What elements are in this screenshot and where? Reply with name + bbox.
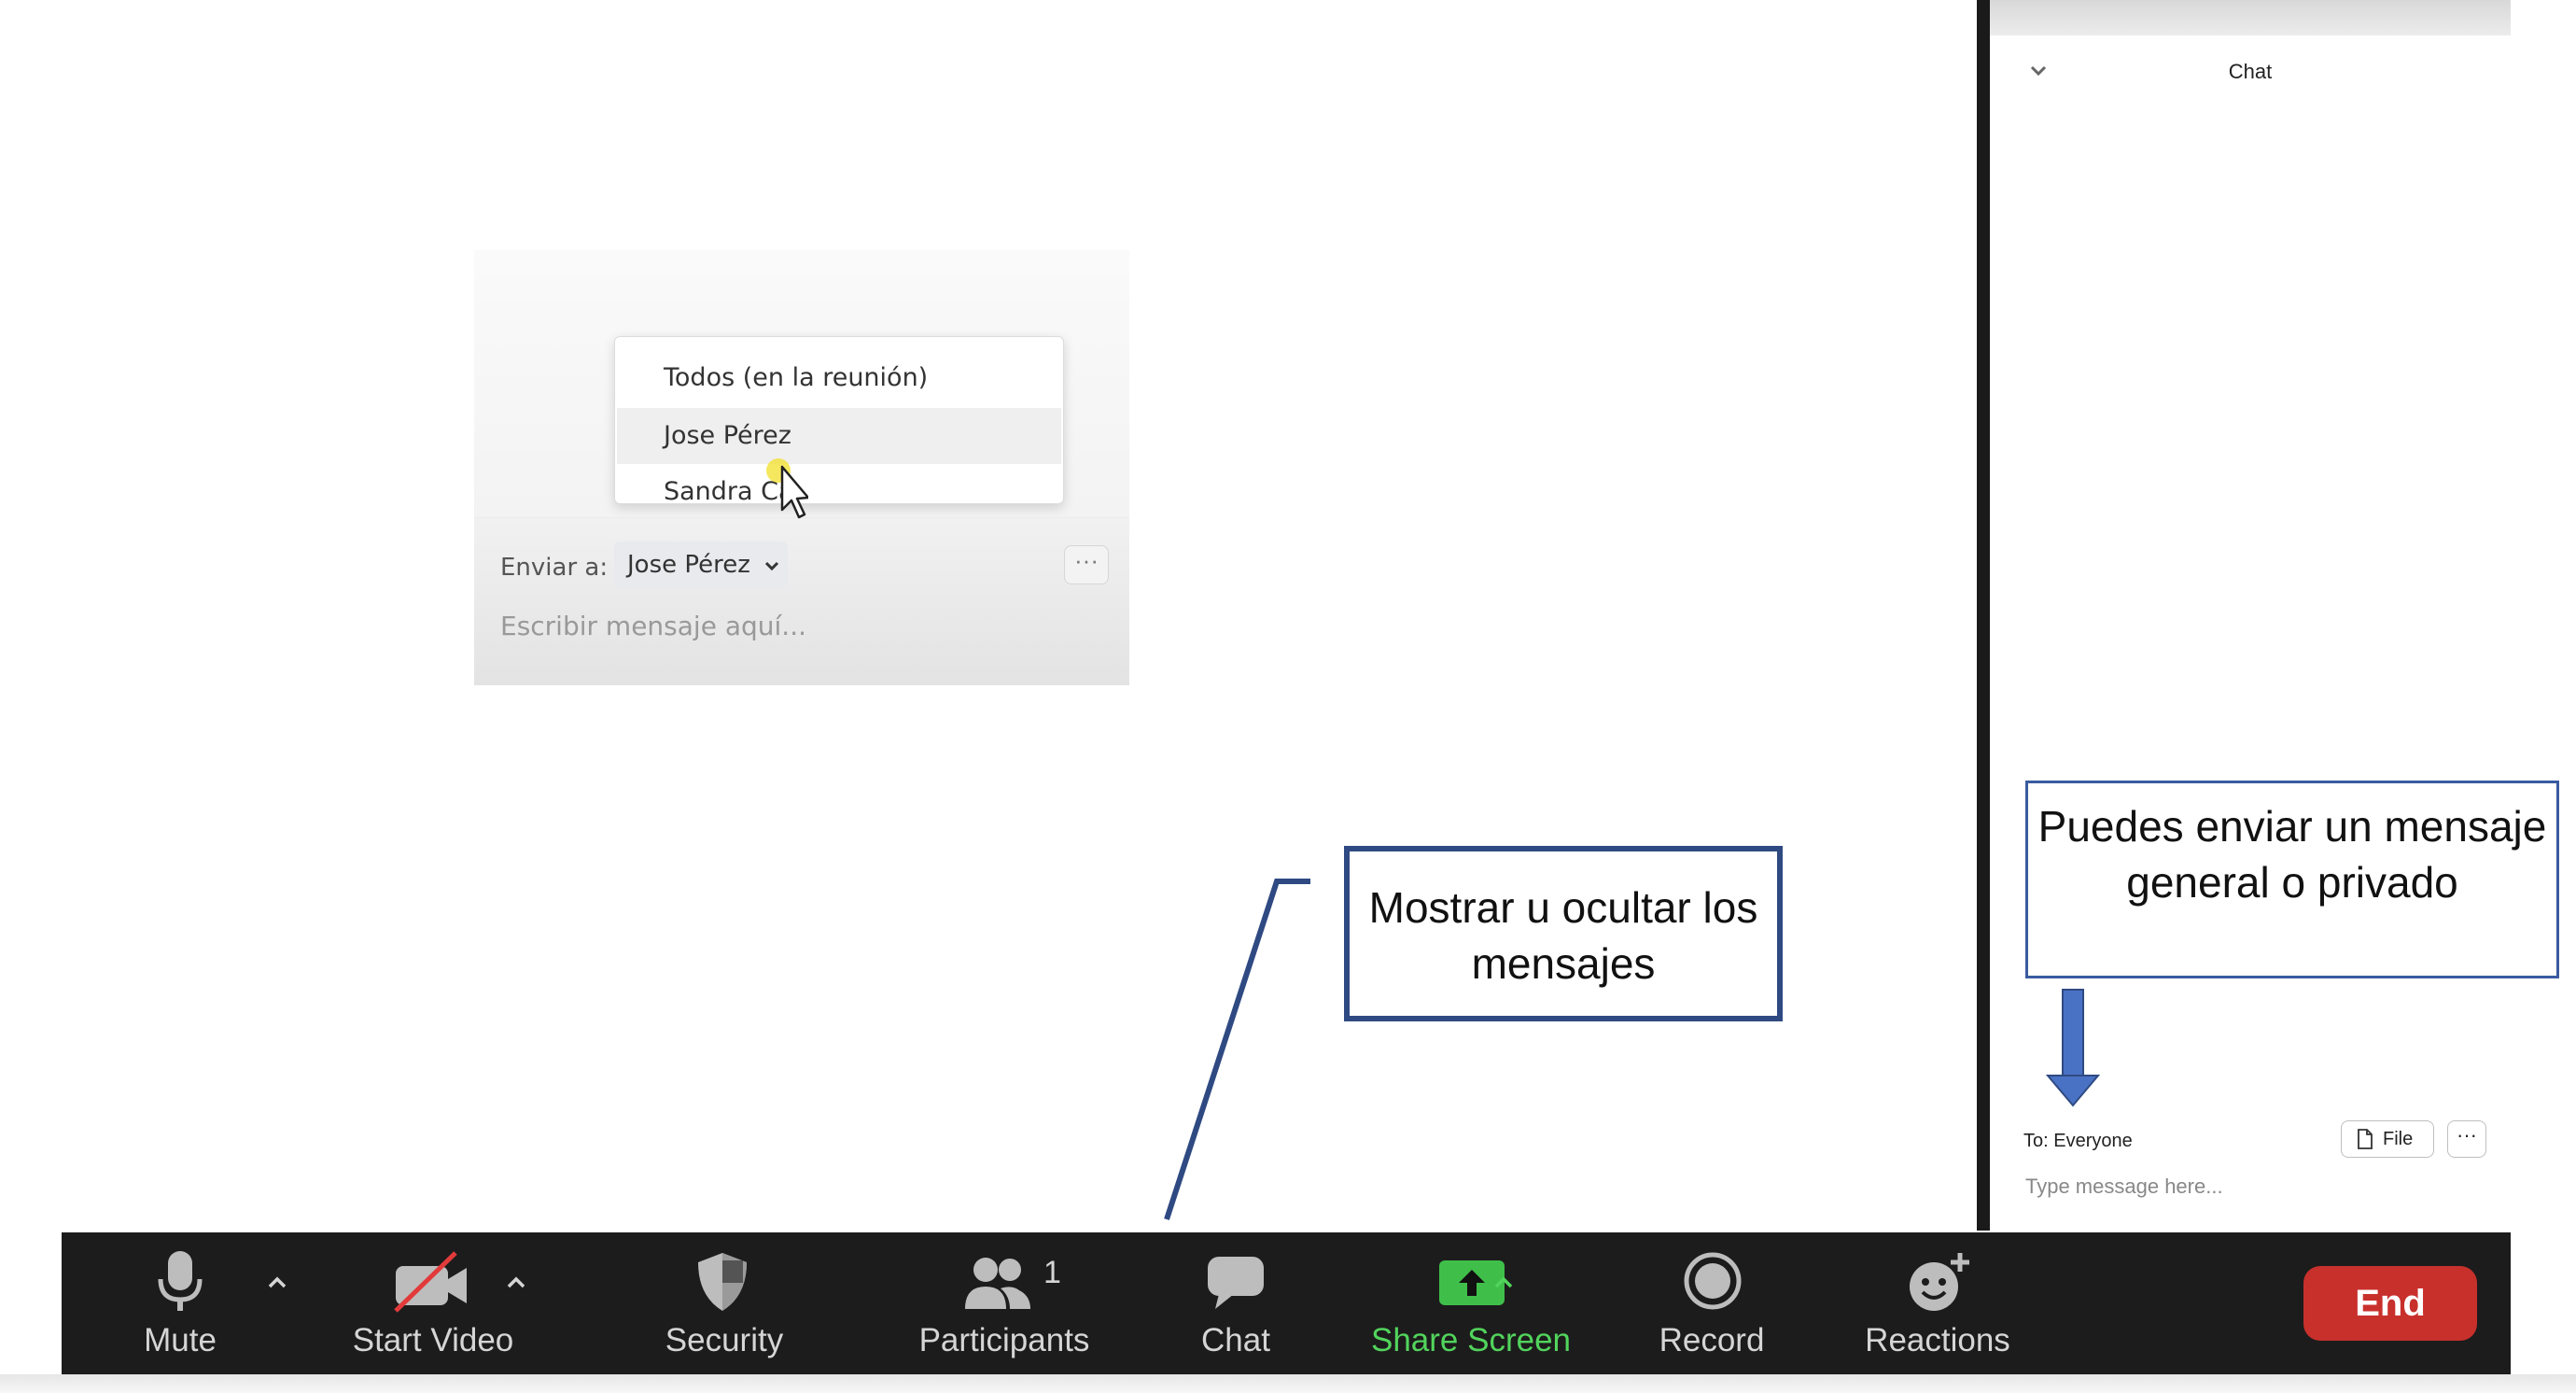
reaction-add-icon	[1910, 1253, 1969, 1311]
chat-bubble-icon	[1208, 1257, 1264, 1309]
participants-button[interactable]: 1 Participants	[883, 1232, 1126, 1374]
share-screen-button[interactable]: Share Screen	[1350, 1232, 1592, 1374]
inset-message-placeholder: Escribir mensaje aquí...	[500, 611, 806, 641]
chevron-up-icon[interactable]	[261, 1266, 293, 1298]
chat-label: Chat	[1201, 1322, 1270, 1358]
end-meeting-button[interactable]: End	[2303, 1266, 2477, 1341]
mute-button[interactable]: Mute	[63, 1232, 302, 1374]
reactions-label: Reactions	[1865, 1322, 2010, 1358]
chevron-up-icon[interactable]	[500, 1266, 532, 1298]
record-icon	[1684, 1252, 1742, 1310]
embedded-screenshot-inset: Todos (en la reunión) Jose Pérez Sandra …	[474, 250, 1129, 685]
chat-title: Chat	[2228, 60, 2273, 83]
share-screen-label: Share Screen	[1370, 1322, 1572, 1358]
inset-more-button[interactable]: ···	[1064, 545, 1109, 584]
dropdown-item-sandra[interactable]: Sandra Ca	[617, 464, 1061, 520]
microphone-icon	[158, 1251, 203, 1311]
start-video-label: Start Video	[352, 1322, 514, 1358]
chat-panel: Chat To: Everyone File ··· Type message …	[1990, 35, 2511, 1231]
participants-count: 1	[1043, 1255, 1061, 1290]
send-to-select[interactable]: Jose Pérez	[614, 542, 788, 588]
private-message-note: Puedes enviar un mensaje general o priva…	[2025, 781, 2559, 978]
chat-input-placeholder: Type message here...	[2025, 1175, 2223, 1198]
panel-top-bar	[1977, 0, 2511, 35]
shield-icon	[698, 1253, 747, 1311]
file-button[interactable]: File	[2341, 1120, 2434, 1158]
panel-divider	[1977, 0, 1990, 1231]
to-everyone-selector[interactable]: To: Everyone	[2023, 1131, 2133, 1152]
recipient-dropdown-menu: Todos (en la reunión) Jose Pérez Sandra …	[614, 336, 1064, 506]
cursor-icon	[766, 458, 808, 519]
people-icon	[965, 1258, 1030, 1309]
dropdown-item-todos[interactable]: Todos (en la reunión)	[617, 350, 1061, 406]
chat-button[interactable]: Chat	[1114, 1232, 1357, 1374]
security-label: Security	[665, 1322, 784, 1358]
record-button[interactable]: Record	[1590, 1232, 1833, 1374]
toggle-messages-note: Mostrar u ocultar los mensajes	[1344, 846, 1783, 1021]
chevron-down-icon	[765, 561, 779, 571]
reactions-button[interactable]: Reactions	[1816, 1232, 2059, 1374]
file-button-label: File	[2383, 1129, 2414, 1149]
video-off-icon	[394, 1251, 467, 1313]
pointer-line	[1164, 879, 1310, 1220]
bottom-shadow	[0, 1374, 2576, 1393]
record-label: Record	[1659, 1322, 1765, 1358]
dropdown-item-jose[interactable]: Jose Pérez	[617, 408, 1061, 464]
participants-label: Participants	[918, 1322, 1090, 1358]
file-icon	[2358, 1129, 2373, 1149]
inset-compose-area	[474, 517, 1129, 685]
meeting-toolbar: Mute Start Video Security 1 Participants…	[62, 1232, 2511, 1374]
send-to-label: Enviar a:	[500, 554, 609, 582]
chevron-up-icon[interactable]	[1488, 1266, 1519, 1298]
mute-label: Mute	[144, 1322, 217, 1358]
chat-more-button[interactable]: ···	[2447, 1120, 2486, 1158]
start-video-button[interactable]: Start Video	[308, 1232, 581, 1374]
send-to-value: Jose Pérez	[627, 551, 750, 579]
security-button[interactable]: Security	[603, 1232, 846, 1374]
